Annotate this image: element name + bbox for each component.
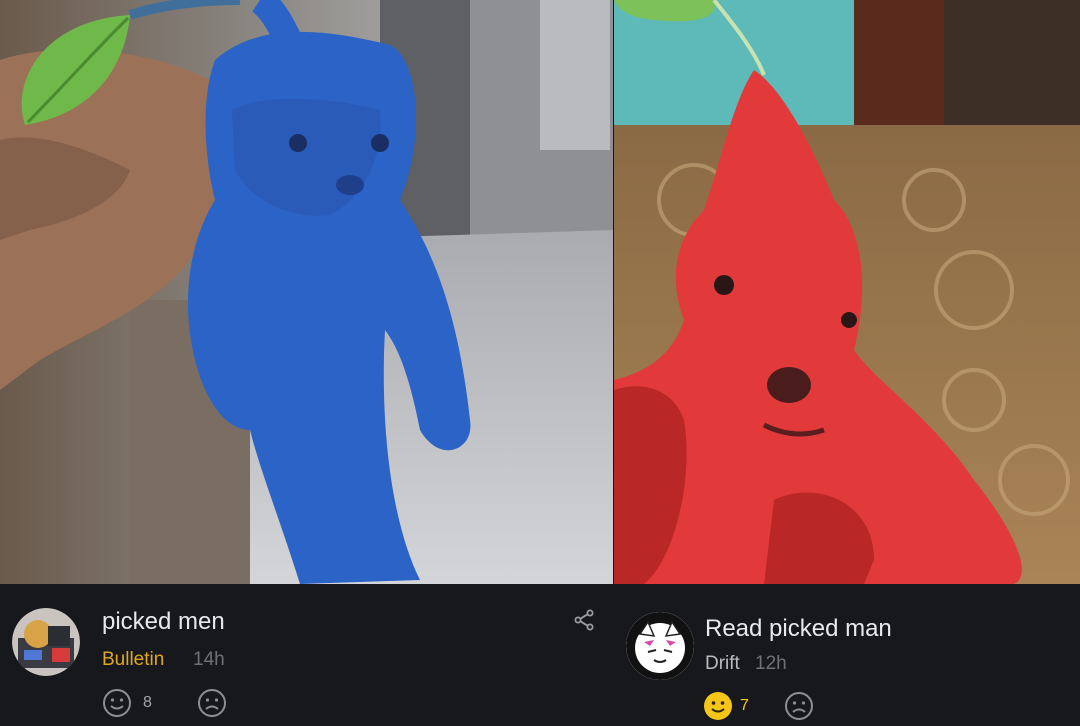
avatar-bulletin[interactable] xyxy=(12,608,80,676)
frown-reaction-icon[interactable] xyxy=(784,691,814,721)
post-title[interactable]: Read picked man xyxy=(705,615,892,643)
post-image-blue-kitten[interactable] xyxy=(0,0,613,584)
kitten-illustration xyxy=(0,0,613,584)
post-card-left: picked men Bulletin 14h 8 xyxy=(0,0,613,726)
post-community[interactable]: Drift xyxy=(705,653,740,675)
like-count: 7 xyxy=(740,697,749,714)
avatar-drift[interactable] xyxy=(626,612,694,680)
post-footer-right: Read picked man Drift 12h 7 xyxy=(614,584,1080,726)
post-footer-left: picked men Bulletin 14h 8 xyxy=(0,584,613,726)
post-card-right: Read picked man Drift 12h 7 xyxy=(614,0,1080,726)
post-community[interactable]: Bulletin xyxy=(102,649,164,671)
puppy-illustration xyxy=(614,0,1080,584)
post-image-red-puppy[interactable] xyxy=(614,0,1080,584)
share-icon[interactable] xyxy=(572,608,596,632)
post-title[interactable]: picked men xyxy=(102,608,225,636)
post-time: 12h xyxy=(755,653,787,674)
frown-reaction-icon[interactable] xyxy=(197,688,227,718)
smile-reaction-icon[interactable] xyxy=(703,691,733,721)
post-time: 14h xyxy=(193,649,225,670)
smile-reaction-icon[interactable] xyxy=(102,688,132,718)
like-count: 8 xyxy=(143,694,152,711)
